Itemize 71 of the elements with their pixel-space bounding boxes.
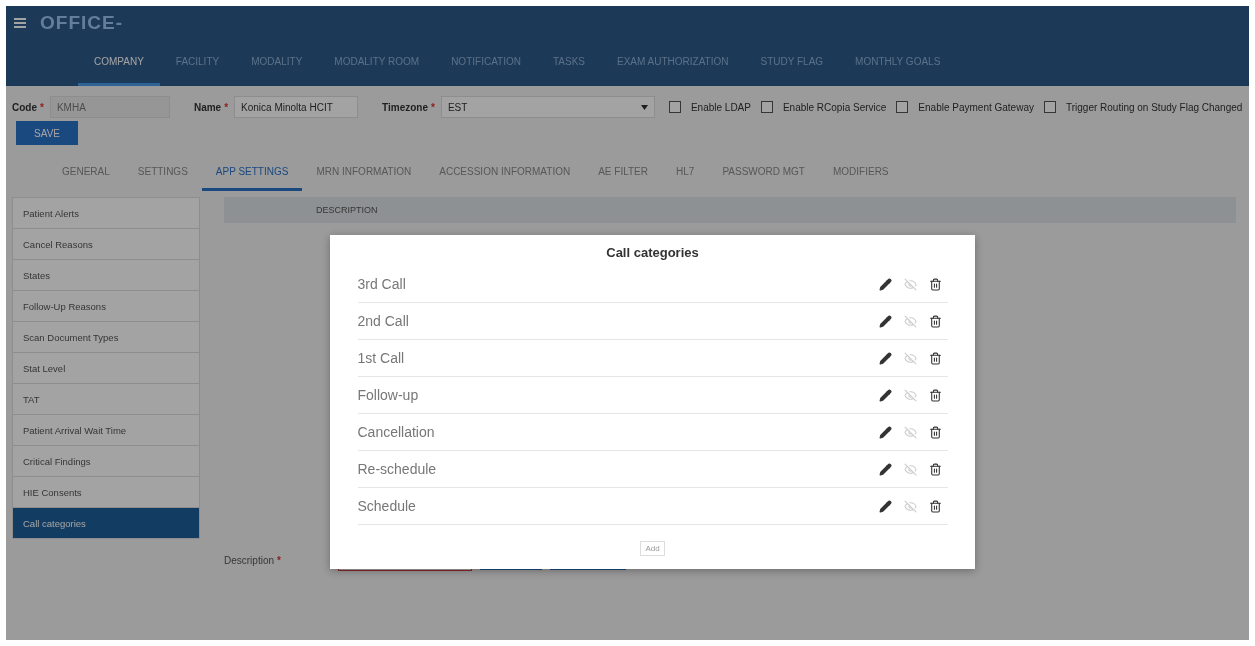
category-name: 2nd Call: [357, 313, 410, 329]
main-tab[interactable]: COMPANY: [78, 40, 160, 86]
sidebar-item[interactable]: Call categories: [12, 508, 200, 539]
checkbox-label: Trigger Routing on Study Flag Changed: [1065, 101, 1243, 113]
field-label: Description *: [224, 554, 282, 566]
category-name: Cancellation: [357, 424, 436, 440]
sidebar-item[interactable]: Patient Arrival Wait Time: [12, 415, 200, 446]
category-name: Follow-up: [357, 387, 420, 403]
main-tab[interactable]: MODALITY ROOM: [318, 40, 436, 86]
main-tab[interactable]: TASKS: [536, 40, 601, 86]
delete-icon[interactable]: [928, 425, 942, 439]
add-button[interactable]: Add: [640, 541, 665, 556]
sidebar-item[interactable]: Follow-Up Reasons: [12, 291, 200, 322]
delete-icon[interactable]: [928, 351, 942, 365]
delete-icon[interactable]: [928, 462, 942, 476]
sidebar-item[interactable]: Patient Alerts: [12, 197, 200, 229]
sidebar-item[interactable]: TAT: [12, 384, 200, 415]
name-field[interactable]: Konica Minolta HCIT: [234, 96, 359, 118]
app-title: OFFICE-: [40, 12, 123, 34]
checkbox[interactable]: [1043, 101, 1056, 113]
main-tab[interactable]: FACILITY: [159, 40, 236, 86]
settings-tab[interactable]: APP SETTINGS: [201, 155, 303, 191]
edit-icon[interactable]: [878, 425, 892, 439]
edit-icon[interactable]: [878, 499, 892, 513]
field-label: Name *: [193, 101, 229, 113]
checkbox[interactable]: [760, 101, 773, 113]
edit-icon[interactable]: [878, 462, 892, 476]
checkbox-label: Enable RCopia Service: [782, 101, 887, 113]
settings-tab[interactable]: GENERAL: [48, 155, 124, 191]
main-tab[interactable]: EXAM AUTHORIZATION: [601, 40, 745, 86]
main-tab[interactable]: MODALITY: [235, 40, 319, 86]
menu-icon[interactable]: [14, 18, 26, 28]
table-header: DESCRIPTION: [224, 197, 1236, 223]
checkbox-label: Enable LDAP: [690, 101, 751, 113]
settings-tab[interactable]: SETTINGS: [123, 155, 202, 191]
edit-icon[interactable]: [878, 314, 892, 328]
field-label: Code *: [12, 101, 44, 113]
checkbox-label: Enable Payment Gateway: [918, 101, 1034, 113]
category-name: Re-schedule: [357, 461, 438, 477]
delete-icon[interactable]: [928, 277, 942, 291]
save-button[interactable]: SAVE: [16, 121, 78, 145]
delete-icon[interactable]: [928, 499, 942, 513]
main-tab[interactable]: NOTIFICATION: [435, 40, 537, 86]
settings-tab[interactable]: HL7: [662, 155, 709, 191]
delete-icon[interactable]: [928, 388, 942, 402]
edit-icon[interactable]: [878, 277, 892, 291]
dialog-title: Call categories: [606, 245, 699, 260]
settings-tab[interactable]: AE FILTER: [584, 155, 662, 191]
sidebar-item[interactable]: Stat Level: [12, 353, 200, 384]
checkbox[interactable]: [896, 101, 909, 113]
edit-icon[interactable]: [878, 351, 892, 365]
main-tab[interactable]: MONTHLY GOALS: [839, 40, 957, 86]
sidebar-item[interactable]: Cancel Reasons: [12, 229, 200, 260]
category-name: 1st Call: [357, 350, 406, 366]
settings-tab[interactable]: ACCESSION INFORMATION: [425, 155, 585, 191]
caret-icon: [640, 104, 648, 110]
category-name: 3rd Call: [357, 276, 407, 292]
field-label: Timezone *: [382, 101, 435, 113]
settings-tab[interactable]: MODIFIERS: [818, 155, 903, 191]
sidebar-item[interactable]: Scan Document Types: [12, 322, 200, 353]
category-name: Schedule: [357, 498, 417, 514]
sidebar-item[interactable]: HIE Consents: [12, 477, 200, 508]
checkbox[interactable]: [668, 101, 681, 113]
edit-icon[interactable]: [878, 388, 892, 402]
main-tab[interactable]: STUDY FLAG: [744, 40, 840, 86]
sidebar-item[interactable]: Critical Findings: [12, 446, 200, 477]
settings-tab[interactable]: PASSWORD MGT: [708, 155, 819, 191]
settings-tab[interactable]: MRN INFORMATION: [302, 155, 426, 191]
delete-icon[interactable]: [928, 314, 942, 328]
timezone-select[interactable]: EST: [440, 96, 655, 118]
sidebar-item[interactable]: States: [12, 260, 200, 291]
